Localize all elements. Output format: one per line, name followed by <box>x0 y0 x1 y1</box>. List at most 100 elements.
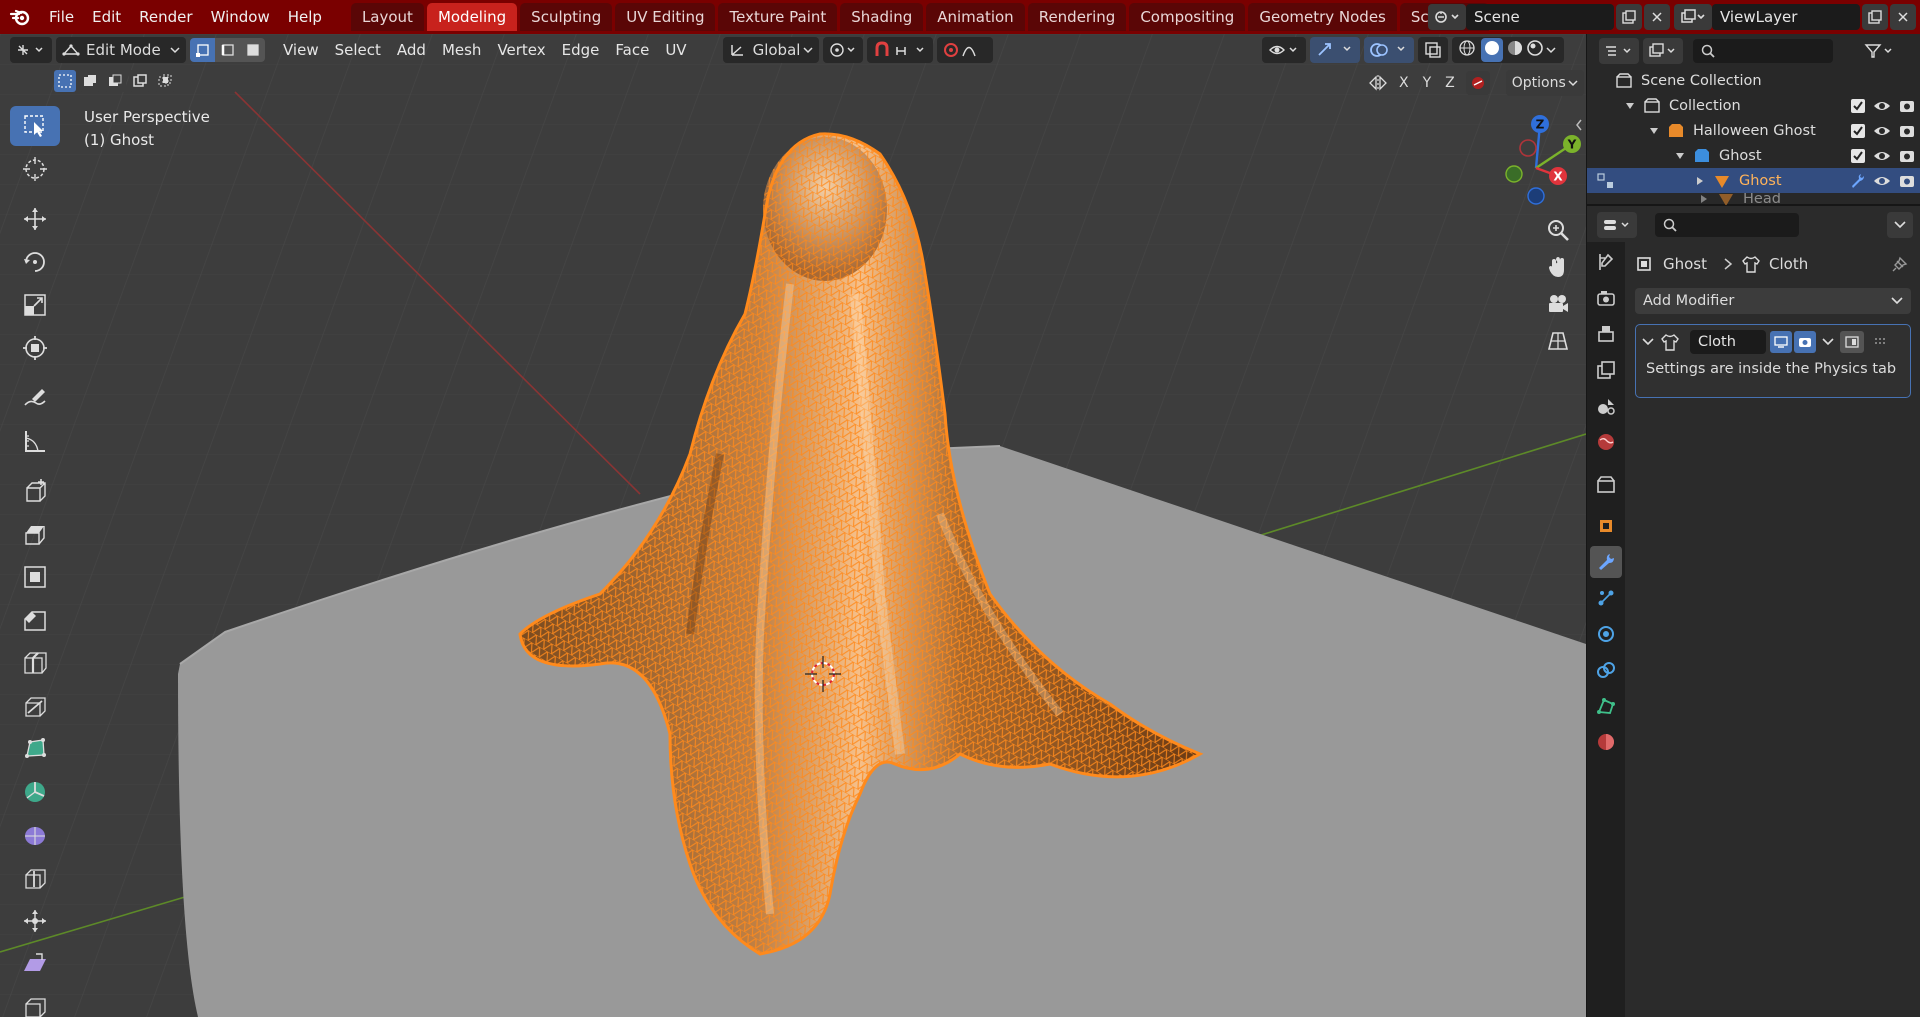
menu-face[interactable]: Face <box>607 37 657 63</box>
outliner-row-scene-collection[interactable]: Scene Collection <box>1587 68 1920 93</box>
tab-layout[interactable]: Layout <box>350 3 424 31</box>
show-in-render-icon[interactable] <box>1794 331 1816 353</box>
extend-selection-icon[interactable] <box>79 70 101 92</box>
viewlayer-name-field[interactable]: ViewLayer <box>1712 4 1860 30</box>
edge-slide-tool-icon[interactable] <box>10 858 60 898</box>
drag-handle-icon[interactable] <box>1874 337 1888 347</box>
menu-view[interactable]: View <box>275 37 327 63</box>
bevel-tool-icon[interactable] <box>10 600 60 640</box>
visibility-dropdown[interactable] <box>1262 37 1306 63</box>
outliner-row-collection[interactable]: Collection <box>1587 93 1920 118</box>
collapse-arrow-icon[interactable] <box>1699 194 1709 204</box>
xray-toggle[interactable] <box>1418 37 1448 63</box>
tab-rendering[interactable]: Rendering <box>1027 3 1127 31</box>
camera-view-icon[interactable] <box>1540 286 1576 322</box>
collapse-chevron-icon[interactable] <box>1642 337 1654 347</box>
blender-logo-icon[interactable] <box>0 0 40 34</box>
scale-tool-icon[interactable] <box>10 285 60 325</box>
annotate-tool-icon[interactable] <box>10 378 60 418</box>
properties-search-input[interactable] <box>1655 213 1799 237</box>
vertex-select-icon[interactable] <box>190 38 215 62</box>
tab-texture-paint[interactable]: Texture Paint <box>718 3 838 31</box>
data-tab-icon[interactable] <box>1590 690 1622 722</box>
menu-mesh[interactable]: Mesh <box>434 37 490 63</box>
camera-render-icon[interactable] <box>1899 149 1915 163</box>
tab-geometry-nodes[interactable]: Geometry Nodes <box>1248 3 1397 31</box>
menu-file[interactable]: File <box>40 0 83 34</box>
subtract-selection-icon[interactable] <box>104 70 126 92</box>
edit-mode-toggle-icon[interactable] <box>1597 172 1615 189</box>
tab-animation[interactable]: Animation <box>926 3 1025 31</box>
include-checkbox[interactable] <box>1851 123 1865 138</box>
select-box-tool-icon[interactable] <box>10 106 60 146</box>
navigation-gizmo[interactable]: Z Y X <box>1484 112 1584 212</box>
outliner-row-halloween-ghost[interactable]: Halloween Ghost <box>1587 118 1920 143</box>
transform-orientation-dropdown[interactable]: Global <box>722 37 819 63</box>
view-layer-tab-icon[interactable] <box>1590 354 1622 386</box>
cursor-tool-icon[interactable] <box>10 149 60 189</box>
properties-editor-type-icon[interactable] <box>1597 212 1637 238</box>
outliner-editor-type-icon[interactable] <box>1599 38 1639 64</box>
add-cube-tool-icon[interactable] <box>10 471 60 511</box>
auto-merge-icon[interactable] <box>1465 71 1490 95</box>
collection-tab-icon[interactable] <box>1590 468 1622 500</box>
outliner-row-ghost-object[interactable]: Ghost <box>1587 168 1920 193</box>
modifier-options-chevron-icon[interactable] <box>1822 337 1834 347</box>
poly-build-tool-icon[interactable] <box>10 729 60 769</box>
outliner-row-head[interactable]: Head <box>1587 193 1920 205</box>
menu-help[interactable]: Help <box>279 0 331 34</box>
physics-tab-icon[interactable] <box>1590 618 1622 650</box>
wireframe-shading-icon[interactable] <box>1458 39 1478 61</box>
material-shading-icon[interactable] <box>1506 39 1526 61</box>
properties-options-chevron-icon[interactable] <box>1887 212 1913 238</box>
overlays-toggle[interactable] <box>1364 37 1414 63</box>
constraints-tab-icon[interactable] <box>1590 654 1622 686</box>
pivot-point-dropdown[interactable] <box>822 37 863 63</box>
mirror-y-toggle[interactable]: Y <box>1420 75 1435 91</box>
expand-arrow-icon[interactable] <box>1649 126 1659 136</box>
particles-tab-icon[interactable] <box>1590 582 1622 614</box>
include-checkbox[interactable] <box>1851 148 1865 163</box>
eye-icon[interactable] <box>1873 149 1891 163</box>
menu-render[interactable]: Render <box>130 0 201 34</box>
menu-select[interactable]: Select <box>327 37 389 63</box>
add-modifier-dropdown[interactable]: Add Modifier <box>1635 288 1911 314</box>
move-tool-icon[interactable] <box>10 199 60 239</box>
world-tab-icon[interactable] <box>1590 426 1622 458</box>
eye-icon[interactable] <box>1873 124 1891 138</box>
camera-render-icon[interactable] <box>1899 124 1915 138</box>
options-dropdown[interactable]: Options <box>1505 70 1584 96</box>
new-selection-icon[interactable] <box>54 70 76 92</box>
tab-sculpting[interactable]: Sculpting <box>520 3 613 31</box>
measure-tool-icon[interactable] <box>10 421 60 461</box>
smooth-tool-icon[interactable] <box>10 815 60 855</box>
delete-viewlayer-icon[interactable] <box>1890 4 1916 30</box>
edge-select-icon[interactable] <box>215 38 240 62</box>
menu-uv[interactable]: UV <box>657 37 694 63</box>
filter-icon[interactable] <box>1861 38 1897 64</box>
loop-cut-tool-icon[interactable] <box>10 643 60 683</box>
rip-region-tool-icon[interactable] <box>10 987 60 1017</box>
spin-tool-icon[interactable] <box>10 772 60 812</box>
perspective-toggle-icon[interactable] <box>1540 323 1576 359</box>
zoom-icon[interactable] <box>1540 212 1576 248</box>
expand-arrow-icon[interactable] <box>1675 151 1685 161</box>
expand-arrow-icon[interactable] <box>1625 101 1635 111</box>
camera-render-icon[interactable] <box>1899 174 1915 188</box>
scene-name-field[interactable]: Scene <box>1466 4 1614 30</box>
camera-render-icon[interactable] <box>1899 99 1915 113</box>
menu-window[interactable]: Window <box>202 0 279 34</box>
pin-icon[interactable] <box>1891 255 1909 273</box>
render-tab-icon[interactable] <box>1590 282 1622 314</box>
scene-tab-icon[interactable] <box>1590 390 1622 422</box>
tab-modeling[interactable]: Modeling <box>426 3 518 31</box>
shrink-fatten-tool-icon[interactable] <box>10 901 60 941</box>
menu-vertex[interactable]: Vertex <box>489 37 553 63</box>
show-in-viewport-icon[interactable] <box>1770 331 1792 353</box>
knife-tool-icon[interactable] <box>10 686 60 726</box>
3d-viewport[interactable]: Edit Mode View Select Add Mesh Vertex Ed… <box>0 34 1586 1017</box>
object-tab-icon[interactable] <box>1590 510 1622 542</box>
outliner-row-ghost-collection[interactable]: Ghost <box>1587 143 1920 168</box>
new-scene-icon[interactable] <box>1616 4 1642 30</box>
display-mode-icon[interactable] <box>1643 38 1683 64</box>
